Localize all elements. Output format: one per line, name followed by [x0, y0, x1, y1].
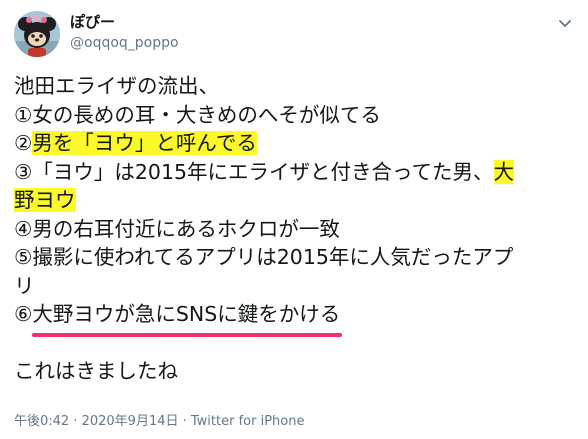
- tweet-line: リ: [14, 272, 584, 301]
- tweet-line: ④男の右耳付近にあるホクロが一致: [14, 215, 584, 244]
- chevron-down-icon[interactable]: [554, 12, 576, 34]
- tweet-line: ③「ヨウ」は2015年にエライザと付き合ってた男、大: [14, 158, 584, 187]
- highlighted-text: 大: [493, 159, 515, 184]
- tweet-text-segment: ⑤撮影に使われてるアプリは2015年に人気だったアプ: [14, 245, 514, 269]
- avatar-image: [14, 11, 60, 57]
- tweet-text-segment: 池田エライザの流出、: [14, 74, 219, 98]
- tweet-line: ①女の長めの耳・大きめのへそが似てる: [14, 101, 584, 130]
- tweet-text-segment: リ: [14, 273, 35, 298]
- highlighted-text: 野ヨウ: [14, 188, 76, 212]
- tweet-line: これはきましたね: [14, 357, 584, 386]
- highlighted-text: 男を「ヨウ」と呼んでる: [32, 131, 257, 155]
- author-display-name[interactable]: ぽぴー: [70, 13, 115, 31]
- underlined-text: 大野ヨウが急にSNSに鍵をかける: [32, 300, 343, 336]
- tweet-card: ぽぴー @oqqoq_poppo 池田エライザの流出、 ①女の長めの耳・大きめの…: [0, 0, 588, 439]
- tweet-text-segment: ①女の長めの耳・大きめのへそが似てる: [14, 102, 381, 127]
- tweet-line: ②男を「ヨウ」と呼んでる: [14, 129, 584, 158]
- tweet-text-segment: ③「ヨウ」は2015年にエライザと付き合ってた男、: [14, 159, 494, 184]
- tweet-text-segment: ④男の右耳付近にあるホクロが一致: [14, 216, 340, 241]
- tweet-line: ⑤撮影に使われてるアプリは2015年に人気だったアプ: [14, 243, 584, 272]
- tweet-text: 池田エライザの流出、 ①女の長めの耳・大きめのへそが似てる ②男を「ヨウ」と呼ん…: [14, 72, 584, 386]
- tweet-line: 池田エライザの流出、: [14, 72, 584, 101]
- tweet-line: ⑥大野ヨウが急にSNSに鍵をかける: [14, 300, 584, 336]
- avatar[interactable]: [14, 11, 60, 57]
- tweet-timestamp[interactable]: 午後0:42 · 2020年9月14日 · Twitter for iPhone: [14, 413, 304, 431]
- author-handle[interactable]: @oqqoq_poppo: [70, 34, 179, 52]
- tweet-text-segment: これはきましたね: [14, 359, 178, 383]
- tweet-text-segment: ②: [14, 131, 33, 155]
- tweet-line: 野ヨウ: [14, 186, 584, 215]
- tweet-text-segment: ⑥: [14, 302, 33, 326]
